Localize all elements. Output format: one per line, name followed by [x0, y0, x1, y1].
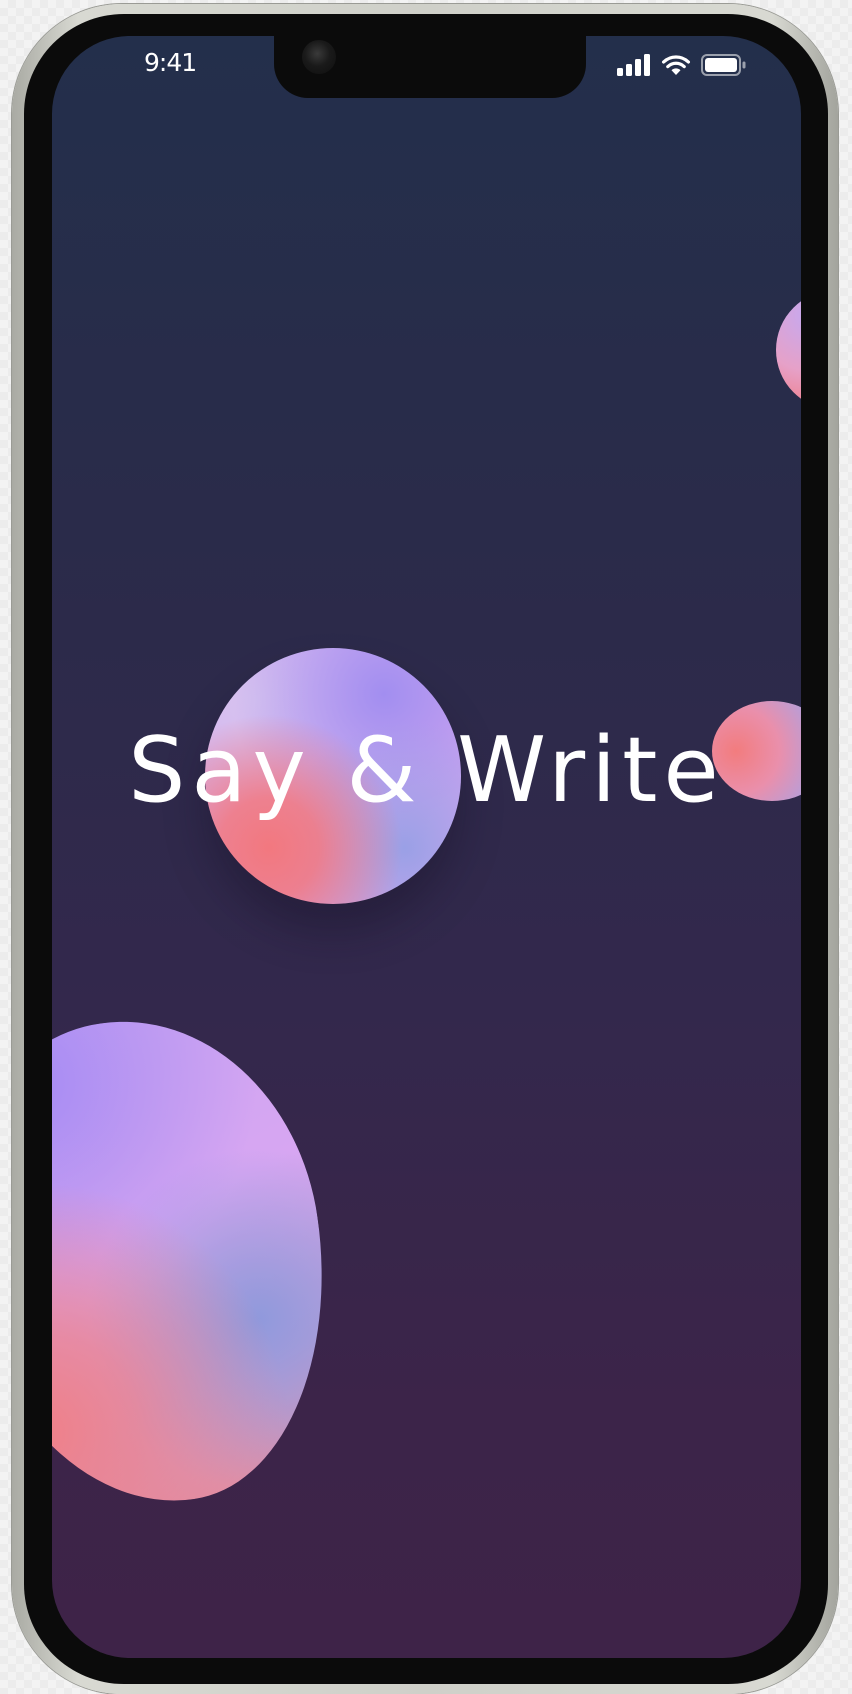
decorative-blob-top-right [776, 290, 801, 410]
status-bar-icons [617, 54, 747, 76]
cellular-signal-icon [617, 54, 651, 76]
wifi-icon [661, 54, 691, 76]
decorative-blob-bottom-left [52, 997, 354, 1527]
battery-icon [701, 54, 747, 76]
app-screen: Say & Write 9:41 [52, 36, 801, 1658]
front-camera-icon [302, 40, 336, 74]
status-bar-time: 9:41 [144, 48, 197, 77]
device-notch [274, 36, 586, 98]
app-title: Say & Write [128, 718, 725, 823]
